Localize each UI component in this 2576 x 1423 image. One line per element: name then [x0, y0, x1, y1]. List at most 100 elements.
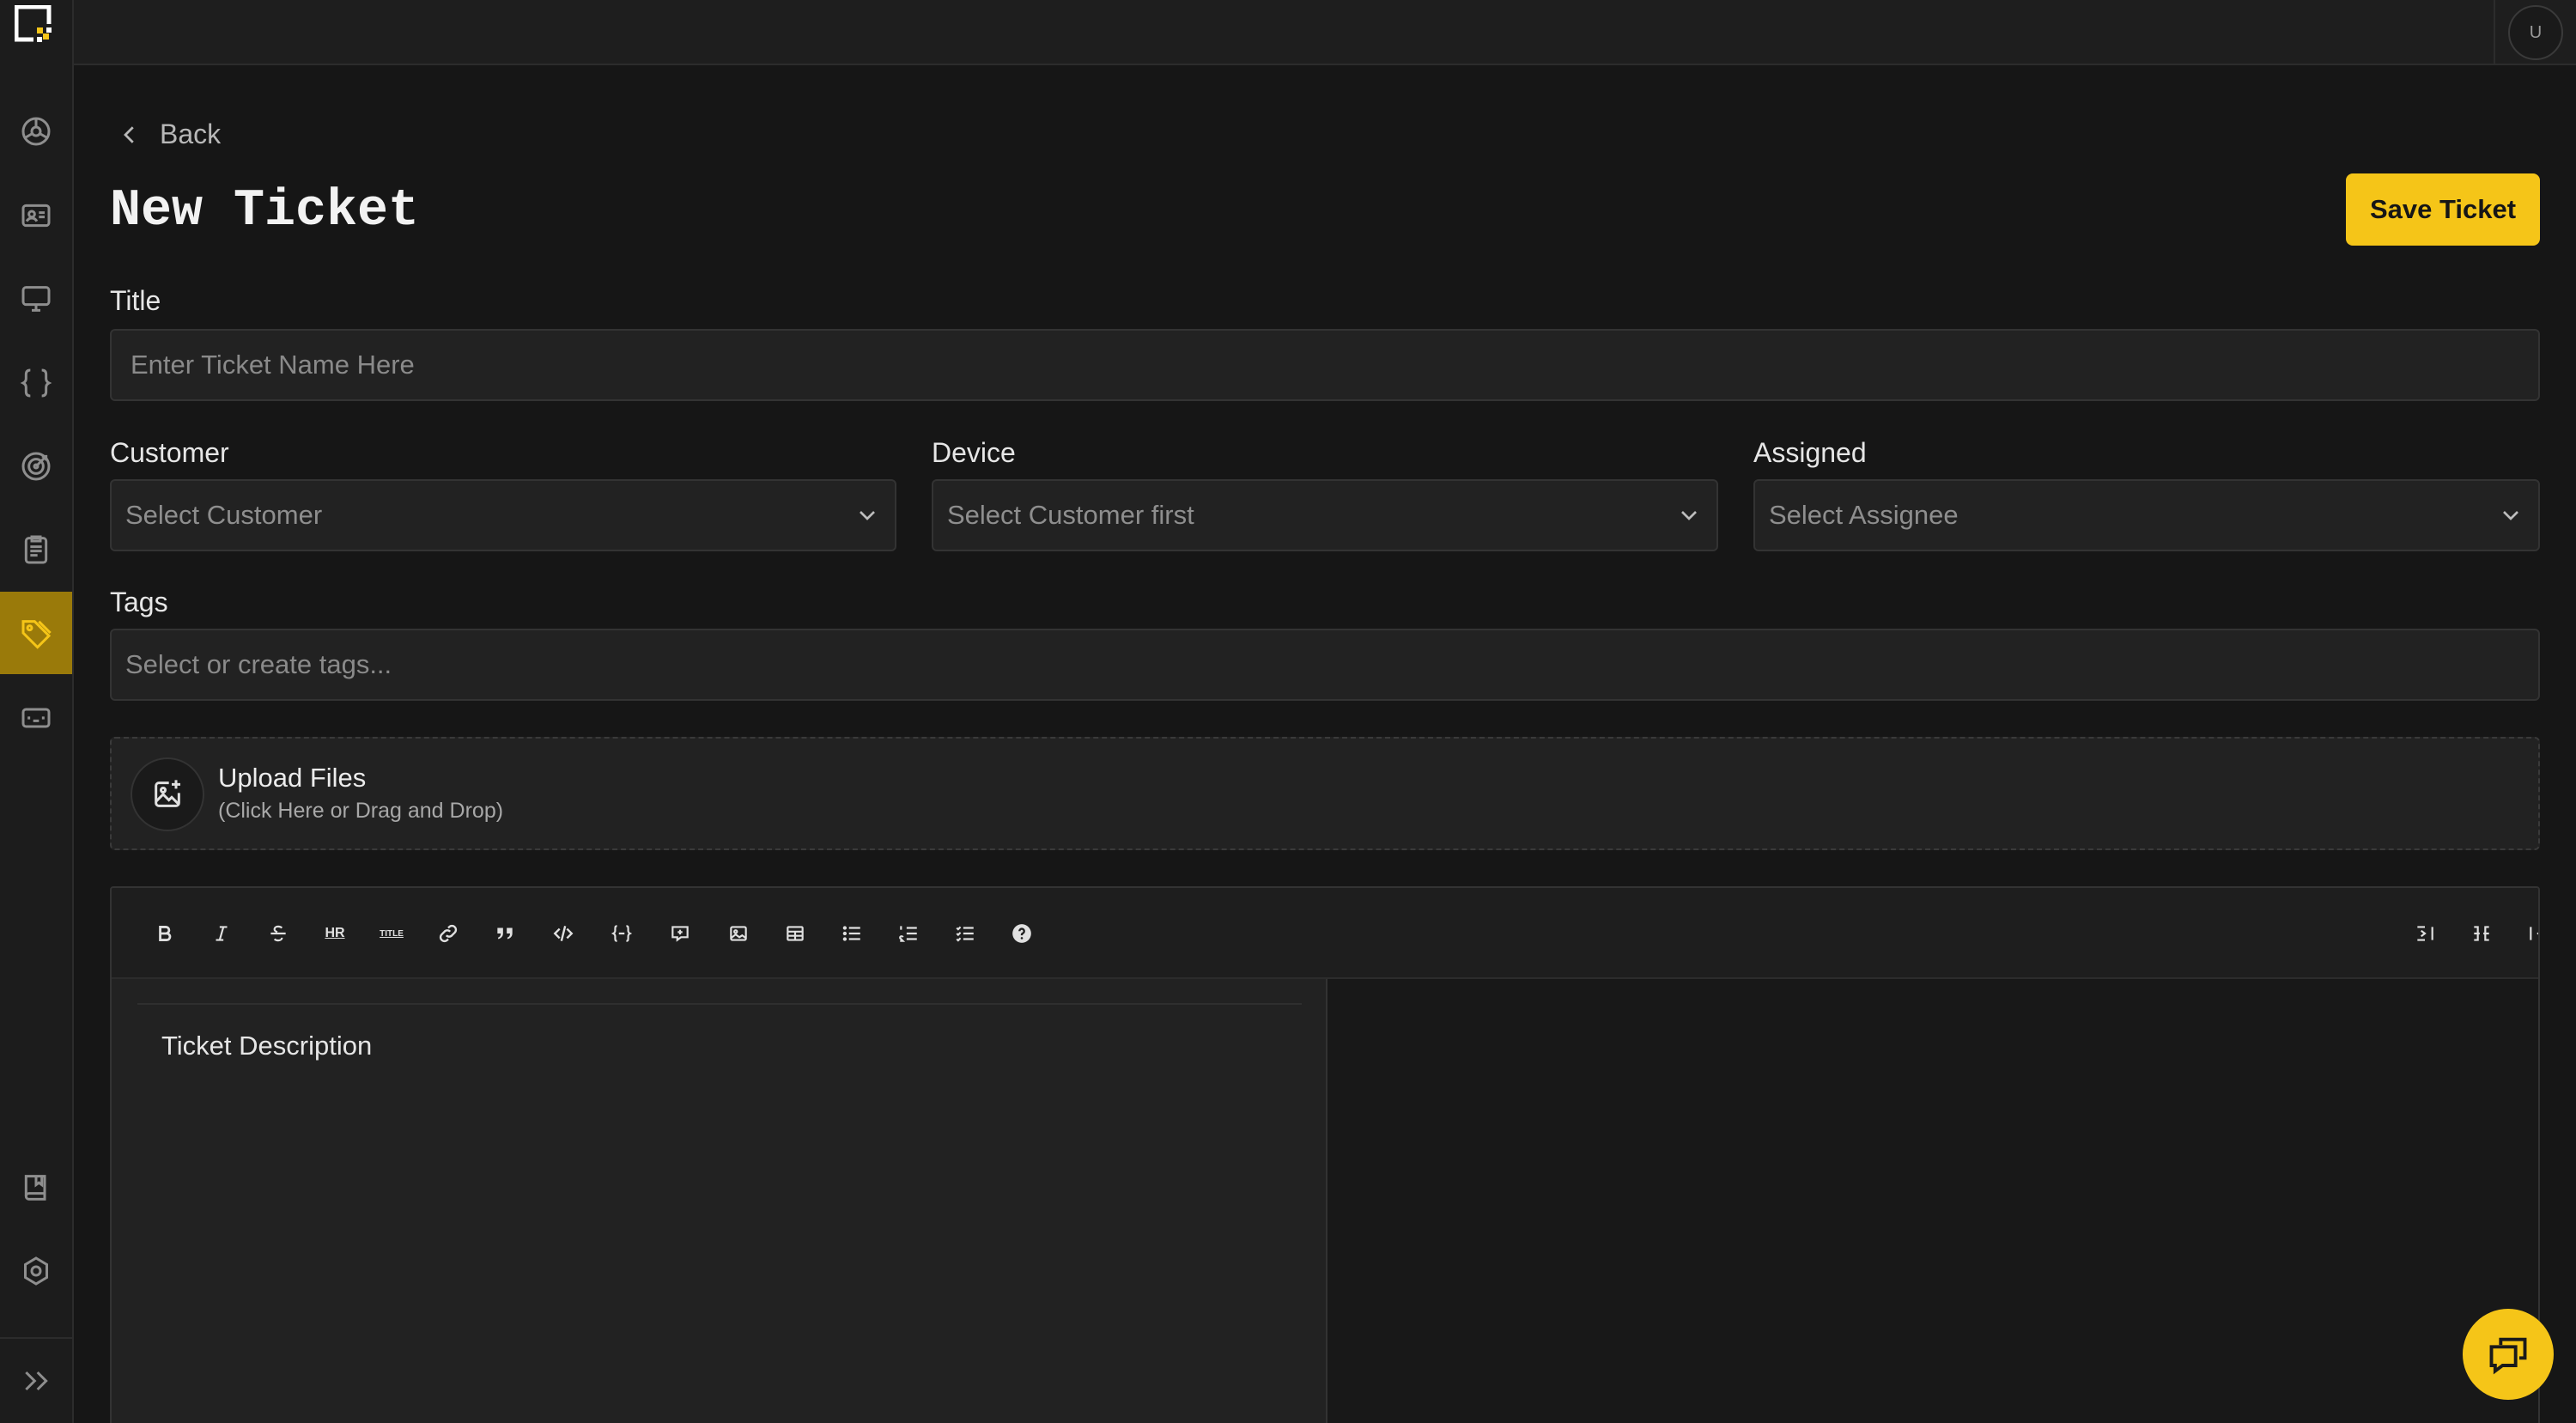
tags-label: Tags: [110, 587, 168, 617]
chat-icon: [2489, 1337, 2527, 1375]
chat-button[interactable]: [2463, 1309, 2554, 1400]
clipboard-icon: [24, 535, 48, 564]
unordered-list-icon: [842, 926, 860, 941]
preview-only-icon: [2417, 926, 2433, 941]
strikethrough-button[interactable]: [261, 916, 295, 951]
back-link[interactable]: Back: [117, 119, 221, 150]
contacts-icon: [21, 204, 51, 228]
device-select-value: Select Customer first: [947, 500, 1194, 530]
sidebar-item-scripts[interactable]: [0, 342, 72, 424]
editor-input-pane[interactable]: Ticket Description: [112, 979, 1327, 1423]
code-icon: [553, 926, 574, 941]
title-icon: TITLE: [380, 928, 404, 939]
user-menu[interactable]: U: [2494, 0, 2576, 65]
chevron-down-icon: [860, 511, 875, 520]
upload-title: Upload Files: [218, 763, 367, 793]
editor-preview-pane: [1329, 979, 2538, 1423]
expand-icon: [25, 1371, 48, 1391]
scripts-icon: [20, 368, 52, 398]
bold-button[interactable]: [148, 916, 182, 951]
target-icon: [21, 452, 51, 481]
checklist-icon: [956, 926, 974, 942]
sidebar-item-remote[interactable]: [0, 677, 72, 759]
sidebar-item-monitoring[interactable]: [0, 425, 72, 508]
ordered-list-icon: [899, 926, 917, 942]
title-input[interactable]: [110, 329, 2540, 401]
code-block-icon: [611, 925, 633, 942]
unordered-list-button[interactable]: [835, 916, 869, 951]
sidebar-item-contacts[interactable]: [0, 174, 72, 257]
edit-only-button[interactable]: [2521, 916, 2538, 951]
comment-button[interactable]: [663, 916, 697, 951]
title-button[interactable]: TITLE: [374, 916, 409, 951]
editor-divider: [137, 1003, 1302, 1005]
table-icon: [787, 926, 804, 941]
split-view-button[interactable]: [2464, 916, 2499, 951]
knowledge-base-icon: [24, 1175, 46, 1201]
sidebar-item-tickets[interactable]: [0, 592, 72, 674]
chevron-left-icon: [124, 125, 134, 143]
editor-toolbar: HR TITLE: [112, 888, 2538, 979]
help-button[interactable]: [1005, 916, 1039, 951]
devices-icon: [21, 286, 51, 312]
code-button[interactable]: [546, 916, 580, 951]
split-view-icon: [2474, 926, 2489, 941]
page-title: New Ticket: [110, 182, 420, 240]
tag-icon: [21, 620, 52, 649]
edit-only-icon: [2530, 926, 2538, 941]
device-label: Device: [932, 437, 1016, 468]
dashboard-icon: [21, 117, 51, 146]
link-button[interactable]: [431, 916, 465, 951]
assignee-select-value: Select Assignee: [1769, 500, 1959, 530]
sidebar: [0, 0, 74, 1423]
remote-icon: [21, 708, 51, 728]
tags-input[interactable]: [110, 629, 2540, 701]
comment-icon: [671, 926, 689, 942]
file-upload-dropzone[interactable]: Upload Files (Click Here or Drag and Dro…: [110, 737, 2540, 850]
title-label: Title: [110, 285, 161, 316]
preview-only-button[interactable]: [2408, 916, 2442, 951]
ordered-list-button[interactable]: [891, 916, 926, 951]
save-ticket-button[interactable]: Save Ticket: [2346, 173, 2540, 246]
image-button[interactable]: [721, 916, 756, 951]
chevron-down-icon: [1681, 511, 1697, 520]
italic-icon: [216, 926, 228, 941]
help-icon: [1012, 924, 1031, 943]
sidebar-divider: [0, 1337, 72, 1339]
upload-subtitle: (Click Here or Drag and Drop): [218, 799, 504, 823]
sidebar-item-dashboard[interactable]: [0, 90, 72, 173]
avatar[interactable]: U: [2508, 5, 2563, 60]
customer-select[interactable]: Select Customer: [110, 479, 896, 551]
app-root: U Back New Ticket Save Ticket Title Cust…: [0, 0, 2576, 1423]
settings-icon: [24, 1256, 48, 1286]
sidebar-item-knowledge-base[interactable]: [0, 1146, 72, 1229]
top-bar: U: [74, 0, 2576, 65]
markdown-editor: HR TITLE Ticket Description: [110, 886, 2540, 1423]
quote-button[interactable]: [488, 916, 522, 951]
assignee-select[interactable]: Select Assignee: [1753, 479, 2540, 551]
device-select[interactable]: Select Customer first: [932, 479, 1718, 551]
image-icon: [730, 926, 747, 941]
image-add-icon: [155, 780, 180, 807]
customer-label: Customer: [110, 437, 229, 468]
strikethrough-icon: [270, 925, 286, 942]
logo[interactable]: [14, 4, 52, 43]
sidebar-item-reports[interactable]: [0, 508, 72, 591]
description-placeholder: Ticket Description: [161, 1031, 373, 1061]
sidebar-item-devices[interactable]: [0, 258, 72, 340]
checklist-button[interactable]: [948, 916, 982, 951]
customer-select-value: Select Customer: [125, 500, 323, 530]
chevron-down-icon: [2503, 511, 2518, 520]
hr-icon: HR: [325, 926, 345, 940]
code-block-button[interactable]: [605, 916, 639, 951]
upload-icon-wrap: [131, 757, 204, 831]
italic-button[interactable]: [204, 916, 239, 951]
table-button[interactable]: [778, 916, 812, 951]
quote-icon: [497, 927, 513, 940]
sidebar-expand-button[interactable]: [0, 1340, 72, 1422]
bold-icon: [159, 926, 172, 941]
sidebar-item-settings[interactable]: [0, 1230, 72, 1312]
link-icon: [439, 924, 458, 943]
back-label: Back: [160, 119, 222, 149]
horizontal-rule-button[interactable]: HR: [318, 916, 352, 951]
